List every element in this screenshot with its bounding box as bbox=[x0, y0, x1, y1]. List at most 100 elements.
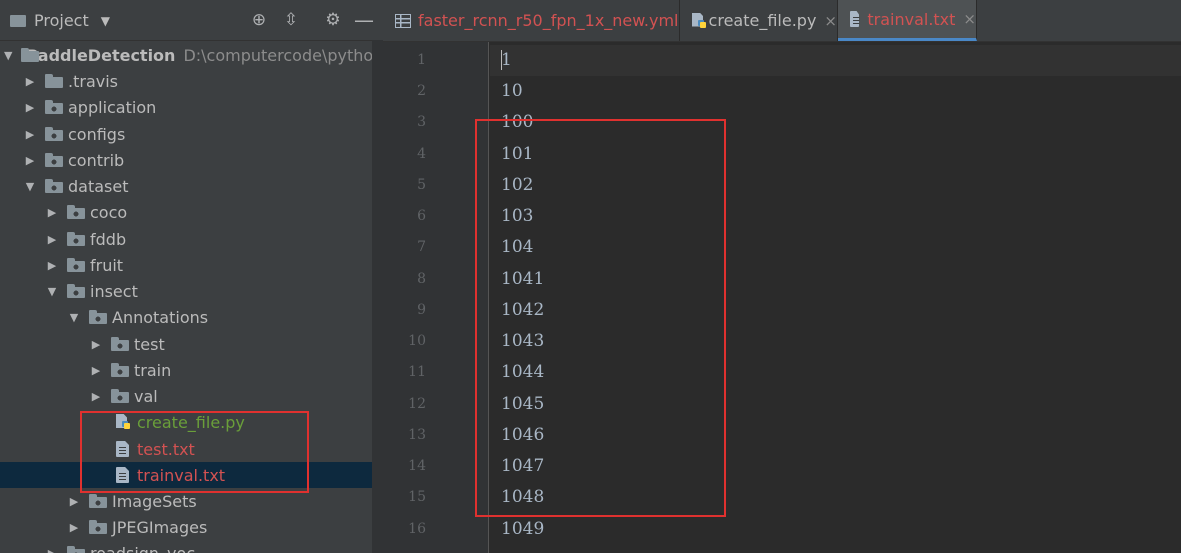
tree-item-configs[interactable]: ▶ configs bbox=[0, 121, 383, 147]
tree-item-test[interactable]: ▶ test bbox=[0, 331, 383, 357]
tree-item-create-file-py[interactable]: ▶ create_file.py bbox=[0, 409, 383, 435]
collapsed-arrow-icon: ▶ bbox=[47, 258, 57, 272]
collapsed-arrow-icon: ▶ bbox=[25, 153, 35, 167]
hide-panel-icon[interactable]: — bbox=[353, 8, 375, 32]
close-icon[interactable]: × bbox=[824, 12, 837, 30]
package-folder-icon bbox=[89, 520, 107, 534]
tree-item-insect[interactable]: ▼ insect bbox=[0, 278, 383, 304]
tree-item-label: test bbox=[134, 334, 165, 354]
collapsed-arrow-icon: ▶ bbox=[47, 232, 57, 246]
tree-item-label: dataset bbox=[68, 176, 129, 196]
tab-trainval-txt[interactable]: trainval.txt × bbox=[838, 0, 977, 41]
tree-item-fruit[interactable]: ▶ fruit bbox=[0, 252, 383, 278]
line-number: 15 bbox=[408, 489, 426, 505]
collapsed-arrow-icon: ▶ bbox=[91, 363, 101, 377]
package-folder-icon bbox=[111, 389, 129, 403]
project-view-selector[interactable]: Project ▼ bbox=[10, 11, 110, 30]
line-number: 8 bbox=[417, 271, 426, 287]
code-line: 1042 bbox=[501, 300, 545, 320]
tree-item-annotations[interactable]: ▼ Annotations bbox=[0, 304, 383, 330]
collapsed-arrow-icon: ▶ bbox=[25, 100, 35, 114]
package-folder-icon bbox=[67, 205, 85, 219]
tree-item-label: insect bbox=[90, 281, 138, 301]
tree-item-train[interactable]: ▶ train bbox=[0, 357, 383, 383]
tree-item-fddb[interactable]: ▶ fddb bbox=[0, 226, 383, 252]
tree-item-application[interactable]: ▶ application bbox=[0, 94, 383, 120]
project-folder-icon bbox=[10, 14, 26, 27]
tree-item-val[interactable]: ▶ val bbox=[0, 383, 383, 409]
current-line-highlight bbox=[490, 45, 1181, 76]
collapsed-arrow-icon: ▶ bbox=[25, 127, 35, 141]
project-header: Project ▼ ⊕ ⇳ ⚙ — bbox=[0, 0, 383, 41]
code-line: 1048 bbox=[501, 487, 545, 507]
collapsed-arrow-icon: ▶ bbox=[91, 337, 101, 351]
code-line: 103 bbox=[501, 206, 534, 226]
collapsed-arrow-icon: ▶ bbox=[25, 74, 35, 88]
line-number: 2 bbox=[417, 83, 426, 99]
expanded-arrow-icon: ▼ bbox=[25, 179, 35, 193]
tree-item-paddledetection[interactable]: ▼ PaddleDetection D:\computercode\python… bbox=[0, 42, 383, 68]
close-icon[interactable]: × bbox=[963, 10, 976, 28]
tree-item-label: roadsign_voc bbox=[90, 543, 196, 553]
code-line: 1045 bbox=[501, 394, 545, 414]
tree-item-roadsign-voc[interactable]: ▶ roadsign_voc bbox=[0, 540, 383, 553]
tree-item-label: val bbox=[134, 386, 158, 406]
text-file-icon bbox=[116, 441, 129, 457]
package-folder-icon bbox=[67, 284, 85, 298]
text-file-icon bbox=[850, 11, 860, 27]
text-file-icon bbox=[116, 467, 129, 483]
line-number: 13 bbox=[408, 427, 426, 443]
code-editor[interactable]: 1 2 3 4 5 6 7 8 9 10 11 12 13 14 15 16 1… bbox=[383, 42, 1181, 553]
project-path: D:\computercode\python\Pa bbox=[183, 45, 383, 65]
tree-item-label: test.txt bbox=[137, 439, 195, 459]
project-title: Project bbox=[34, 11, 89, 30]
code-line: 102 bbox=[501, 175, 534, 195]
line-number: 1 bbox=[417, 52, 426, 68]
expanded-arrow-icon: ▼ bbox=[47, 284, 57, 298]
gear-icon[interactable]: ⚙ bbox=[322, 9, 344, 31]
package-folder-icon bbox=[89, 494, 107, 508]
code-line: 104 bbox=[501, 237, 534, 257]
tree-item-label: coco bbox=[90, 202, 128, 222]
line-number: 14 bbox=[408, 458, 426, 474]
line-number: 4 bbox=[417, 146, 426, 162]
line-number: 6 bbox=[417, 208, 426, 224]
tab-create-file-py[interactable]: create_file.py × bbox=[680, 0, 838, 41]
code-line: 1 bbox=[501, 50, 512, 70]
tree-item-test-txt[interactable]: ▶ test.txt bbox=[0, 436, 383, 462]
code-line: 1044 bbox=[501, 362, 545, 382]
panel-splitter[interactable] bbox=[372, 40, 383, 553]
tab-faster-rcnn-yml[interactable]: faster_rcnn_r50_fpn_1x_new.yml bbox=[383, 0, 680, 41]
tree-item-imagesets[interactable]: ▶ ImageSets bbox=[0, 488, 383, 514]
expanded-arrow-icon: ▼ bbox=[69, 310, 79, 324]
code-line: 101 bbox=[501, 144, 534, 164]
tab-label: create_file.py bbox=[708, 11, 817, 30]
locate-target-icon[interactable]: ⊕ bbox=[248, 9, 270, 31]
collapsed-arrow-icon: ▶ bbox=[47, 205, 57, 219]
code-line: 1043 bbox=[501, 331, 545, 351]
tree-item-label: configs bbox=[68, 124, 126, 144]
code-line: 1046 bbox=[501, 425, 545, 445]
tree-item-contrib[interactable]: ▶ contrib bbox=[0, 147, 383, 173]
line-number-gutter: 1 2 3 4 5 6 7 8 9 10 11 12 13 14 15 16 bbox=[383, 42, 489, 553]
tree-item-trainval-txt[interactable]: ▶ trainval.txt bbox=[0, 462, 383, 488]
line-number: 10 bbox=[408, 333, 426, 349]
tree-item-dataset[interactable]: ▼ dataset bbox=[0, 173, 383, 199]
line-number: 7 bbox=[417, 239, 426, 255]
package-folder-icon bbox=[67, 546, 85, 553]
code-line: 1049 bbox=[501, 519, 545, 539]
tree-item-coco[interactable]: ▶ coco bbox=[0, 199, 383, 225]
package-folder-icon bbox=[45, 153, 63, 167]
tree-item-jpegimages[interactable]: ▶ JPEGImages bbox=[0, 514, 383, 540]
project-panel: Project ▼ ⊕ ⇳ ⚙ — ▼ PaddleDetection D:\c… bbox=[0, 0, 383, 553]
expanded-arrow-icon: ▼ bbox=[4, 48, 13, 62]
tree-item-label: .travis bbox=[68, 71, 118, 91]
tree-item-label: contrib bbox=[68, 150, 125, 170]
tree-item-travis[interactable]: ▶ .travis bbox=[0, 68, 383, 94]
collapsed-arrow-icon: ▶ bbox=[91, 389, 101, 403]
collapse-all-icon[interactable]: ⇳ bbox=[280, 9, 302, 31]
collapsed-arrow-icon: ▶ bbox=[69, 520, 79, 534]
tab-label: faster_rcnn_r50_fpn_1x_new.yml bbox=[418, 11, 679, 30]
line-number: 16 bbox=[408, 521, 426, 537]
tree-item-label: JPEGImages bbox=[112, 517, 208, 537]
